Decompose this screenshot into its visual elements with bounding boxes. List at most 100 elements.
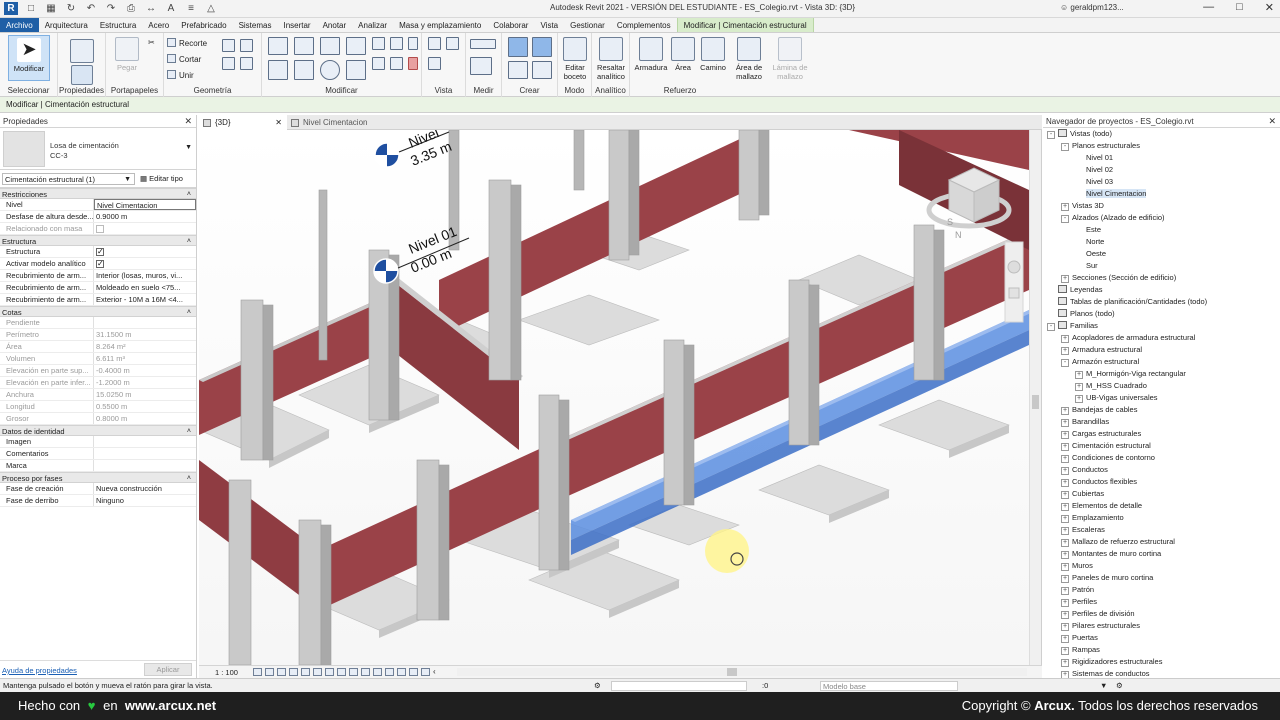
browser-node[interactable]: + Elementos de detalle [1043, 500, 1280, 512]
undo-icon[interactable]: ↶ [84, 2, 98, 15]
array-icon[interactable] [372, 57, 385, 70]
property-value[interactable]: Exterior - 10M a 16M <4... [94, 294, 196, 305]
chevron-up-icon[interactable]: ˄ [187, 189, 191, 200]
collapse-icon[interactable]: - [1047, 323, 1055, 331]
pin-icon[interactable] [408, 37, 418, 50]
user-account[interactable]: ☺ geraldpm123... [1060, 3, 1124, 12]
mirror-axis-icon[interactable] [320, 37, 340, 55]
ribbon-tab[interactable]: Prefabricado [175, 18, 232, 32]
expand-icon[interactable]: + [1061, 647, 1069, 655]
browser-node[interactable]: + Mallazo de refuerzo estructural [1043, 536, 1280, 548]
crop-view-icon[interactable] [313, 668, 322, 676]
browser-node[interactable]: - Alzados (Alzado de edificio) [1043, 212, 1280, 224]
browser-node[interactable]: + Muros [1043, 560, 1280, 572]
join-button[interactable]: Unir [167, 70, 194, 80]
offset-icon[interactable] [294, 37, 314, 55]
close-icon[interactable]: ✕ [1268, 115, 1276, 128]
hide-icon[interactable] [446, 37, 459, 50]
render-icon[interactable] [301, 668, 310, 676]
expand-icon[interactable]: + [1061, 599, 1069, 607]
property-value[interactable]: 0.9000 m [94, 211, 196, 222]
collapse-icon[interactable]: - [1047, 131, 1055, 139]
highlight-displacement-icon[interactable] [397, 668, 406, 676]
property-value[interactable]: Ninguno [94, 495, 196, 506]
3d-model[interactable]: Nivel 3.35 m Nivel 01 0.00 m S N [199, 130, 1029, 665]
browser-node[interactable]: + Conductos flexibles [1043, 476, 1280, 488]
property-section[interactable]: Cotas ˄ [0, 306, 196, 317]
type-selector[interactable]: Losa de cimentación CC-3 ▼ [0, 128, 196, 170]
cope-button[interactable]: Recorte [167, 38, 207, 48]
create-group-icon[interactable] [508, 37, 528, 57]
scroll-thumb[interactable] [1032, 395, 1039, 409]
measure-icon[interactable] [470, 39, 496, 49]
horizontal-scrollbar[interactable] [457, 668, 1027, 676]
expand-icon[interactable]: + [1061, 503, 1069, 511]
browser-node[interactable]: + M_Hormigón-Viga rectangular [1043, 368, 1280, 380]
edit-sketch-button[interactable]: Editar boceto [556, 35, 594, 81]
expand-icon[interactable]: + [1061, 551, 1069, 559]
property-value[interactable] [94, 460, 196, 471]
browser-node[interactable]: + Sistemas de conductos [1043, 668, 1280, 678]
browser-node[interactable]: + Armadura estructural [1043, 344, 1280, 356]
browser-node[interactable]: + Patrón [1043, 584, 1280, 596]
expand-icon[interactable]: + [1061, 443, 1069, 451]
ribbon-tab[interactable]: Anotar [317, 18, 353, 32]
copy-icon[interactable] [294, 60, 314, 80]
browser-node[interactable]: + Conductos [1043, 464, 1280, 476]
create-assembly-icon[interactable] [508, 61, 528, 79]
minimize-icon[interactable]: — [1203, 1, 1214, 14]
linework-icon[interactable] [428, 57, 441, 70]
zoom-icon[interactable] [1008, 287, 1020, 299]
properties-help-link[interactable]: Ayuda de propiedades [2, 666, 77, 675]
browser-node[interactable]: Planos (todo) [1043, 308, 1280, 320]
browser-node[interactable]: Oeste [1043, 248, 1280, 260]
create-parts-icon[interactable] [532, 37, 552, 57]
mesh-area-button[interactable]: Área de mallazo [728, 35, 770, 81]
ribbon-tab[interactable]: Vista [534, 18, 564, 32]
viewcube-north[interactable]: N [955, 230, 962, 240]
chevron-up-icon[interactable]: ˄ [187, 307, 191, 318]
expand-icon[interactable]: + [1061, 575, 1069, 583]
mesh-sheet-button[interactable]: Lámina de mallazo [770, 35, 810, 81]
ribbon-tab[interactable]: Masa y emplazamiento [393, 18, 487, 32]
browser-node[interactable]: - Planos estructurales [1043, 140, 1280, 152]
browser-node[interactable]: + Rampas [1043, 644, 1280, 656]
cut-scissors-icon[interactable]: ✂ [148, 38, 155, 47]
expand-icon[interactable]: + [1061, 431, 1069, 439]
expand-icon[interactable]: + [1061, 623, 1069, 631]
expand-icon[interactable]: + [1075, 371, 1083, 379]
expand-icon[interactable]: + [1061, 563, 1069, 571]
browser-node[interactable]: + Cargas estructurales [1043, 428, 1280, 440]
browser-node[interactable]: Nivel 01 [1043, 152, 1280, 164]
expand-icon[interactable]: + [1061, 635, 1069, 643]
expand-icon[interactable]: + [1075, 383, 1083, 391]
chevron-up-icon[interactable]: ˄ [187, 236, 191, 247]
demolish-icon[interactable] [240, 57, 253, 70]
measure-icon[interactable]: ↔ [144, 2, 158, 15]
model-canvas[interactable]: Nivel 3.35 m Nivel 01 0.00 m S N [199, 130, 1029, 665]
close-icon[interactable]: ✕ [1265, 1, 1274, 14]
move-icon[interactable] [268, 60, 288, 80]
wall-joins-icon[interactable] [222, 57, 235, 70]
property-value[interactable] [94, 436, 196, 447]
chevron-up-icon[interactable]: ˄ [187, 473, 191, 484]
close-icon[interactable]: ✕ [184, 115, 192, 128]
expand-icon[interactable]: + [1061, 491, 1069, 499]
override-graphics-icon[interactable] [428, 37, 441, 50]
filter-icon[interactable]: ▼ [1100, 679, 1107, 693]
workset-icon[interactable]: ⚙ [594, 679, 601, 693]
checkbox[interactable] [96, 258, 104, 269]
save-icon[interactable]: ▦ [44, 2, 58, 15]
scale-icon[interactable] [390, 57, 403, 70]
thin-lines-icon[interactable]: ≡ [184, 2, 198, 15]
browser-node[interactable]: + Cimentación estructural [1043, 440, 1280, 452]
property-value[interactable] [94, 448, 196, 459]
highlight-analytical-button[interactable]: Resaltar analítico [592, 35, 630, 81]
browser-node[interactable]: + Perfiles [1043, 596, 1280, 608]
ribbon-tab[interactable]: Colaborar [487, 18, 534, 32]
browser-node[interactable]: + Perfiles de división [1043, 608, 1280, 620]
ribbon-tab[interactable]: Complementos [611, 18, 677, 32]
redo-icon[interactable]: ↷ [104, 2, 118, 15]
show-crop-icon[interactable] [325, 668, 334, 676]
chevron-down-icon[interactable]: ▼ [185, 144, 192, 151]
